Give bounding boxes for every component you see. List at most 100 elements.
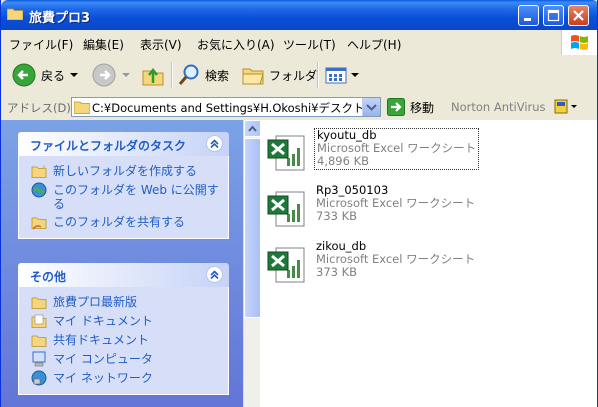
file-size: 373 KB [316, 265, 358, 279]
place-shared-documents-label: 共有ドキュメント [53, 333, 150, 347]
norton-icon[interactable] [553, 98, 579, 116]
maximize-icon [547, 9, 560, 22]
search-label: 検索 [205, 68, 230, 83]
search-icon [178, 64, 199, 85]
chevron-down-icon [70, 73, 79, 77]
place-my-computer[interactable]: マイ コンピュータ [19, 350, 228, 369]
minimize-icon [524, 18, 531, 21]
folders-label: フォルダ [269, 68, 318, 83]
file-folder-tasks-title: ファイルとフォルダのタスク [30, 139, 187, 153]
explorer-window: 旅費プロ3 ファイル(F) 編集(E) 表示(V) お気に入り(A) ツール(T… [0, 0, 598, 407]
task-publish-web-label: このフォルダを Web に公開する [53, 183, 219, 211]
publish-web-icon [31, 182, 47, 198]
task-new-folder[interactable]: 新しいフォルダを作成する [19, 162, 228, 181]
folder-icon [7, 8, 23, 20]
address-bar: アドレス(D) C:¥Documents and Settings¥H.Okos… [1, 94, 597, 121]
file-item[interactable]: kyoutu_db Microsoft Excel ワークシート 4,896 K… [266, 128, 486, 180]
folder-icon [74, 101, 90, 114]
chevron-down-icon [351, 73, 359, 77]
my-network-icon [31, 370, 47, 386]
task-pane-scrollbar[interactable] [243, 120, 261, 407]
file-info: Rp3_050103 Microsoft Excel ワークシート 733 KB [314, 184, 477, 224]
task-share-folder-label: このフォルダを共有する [53, 215, 186, 229]
file-size: 733 KB [316, 209, 358, 223]
menu-file[interactable]: ファイル(F) [9, 36, 73, 53]
task-pane: ファイルとフォルダのタスク 新しいフォルダを作成する このフォルダを Web に… [1, 120, 243, 407]
task-new-folder-label: 新しいフォルダを作成する [53, 164, 198, 178]
file-folder-tasks-panel: ファイルとフォルダのタスク 新しいフォルダを作成する このフォルダを Web に… [18, 132, 229, 239]
task-publish-web[interactable]: このフォルダを Web に公開する [19, 181, 228, 213]
folders-button[interactable]: フォルダ [241, 64, 317, 86]
forward-button[interactable] [91, 63, 131, 87]
file-info: zikou_db Microsoft Excel ワークシート 373 KB [314, 240, 477, 280]
place-my-documents[interactable]: マイ ドキュメント [19, 312, 228, 331]
views-icon [325, 67, 347, 84]
other-places-header[interactable]: その他 [18, 263, 229, 287]
menu-help[interactable]: ヘルプ(H) [347, 36, 401, 53]
other-places-panel: その他 旅費プロ最新版 マイ ドキュメント 共有ドキュメント マイ コンピュータ… [18, 263, 229, 395]
scroll-up-button[interactable] [244, 120, 261, 137]
chevron-down-icon [366, 104, 377, 111]
file-info: kyoutu_db Microsoft Excel ワークシート 4,896 K… [314, 128, 480, 170]
place-ryohi-pro-latest-label: 旅費プロ最新版 [53, 295, 138, 309]
windows-logo [561, 30, 597, 55]
toolbar-separator [171, 62, 173, 88]
views-button[interactable] [324, 64, 360, 86]
file-item[interactable]: zikou_db Microsoft Excel ワークシート 373 KB [266, 240, 486, 292]
collapse-button[interactable] [206, 135, 223, 152]
menu-edit[interactable]: 編集(E) [83, 36, 124, 53]
my-computer-icon [32, 351, 46, 367]
file-list-pane: kyoutu_db Microsoft Excel ワークシート 4,896 K… [260, 120, 597, 407]
menu-view[interactable]: 表示(V) [140, 36, 182, 53]
back-button[interactable]: 戻る [11, 63, 79, 87]
toolbar-separator [317, 62, 319, 88]
share-folder-icon [31, 217, 47, 230]
folder-icon [31, 297, 47, 309]
excel-file-icon [267, 135, 305, 171]
norton-antivirus-label[interactable]: Norton AntiVirus [451, 100, 546, 114]
other-places-title: その他 [30, 270, 67, 284]
scroll-thumb[interactable] [244, 138, 261, 318]
close-button[interactable] [568, 5, 589, 26]
place-my-network[interactable]: マイ ネットワーク [19, 369, 228, 388]
place-ryohi-pro-latest[interactable]: 旅費プロ最新版 [19, 293, 228, 312]
up-folder-icon [142, 67, 164, 86]
address-label: アドレス(D) [7, 101, 71, 115]
up-folder-button[interactable] [141, 64, 165, 86]
excel-file-icon [267, 247, 305, 283]
maximize-button[interactable] [543, 5, 564, 26]
back-arrow-icon [12, 63, 36, 87]
menu-bar: ファイル(F) 編集(E) 表示(V) お気に入り(A) ツール(T) ヘルプ(… [1, 30, 597, 57]
file-folder-tasks-header[interactable]: ファイルとフォルダのタスク [18, 132, 229, 156]
toolbar: 戻る 検索 フォルダ [1, 56, 597, 95]
other-places-body: 旅費プロ最新版 マイ ドキュメント 共有ドキュメント マイ コンピュータ マイ … [18, 287, 229, 395]
title-bar[interactable]: 旅費プロ3 [1, 0, 597, 30]
go-arrow-icon [387, 98, 405, 116]
new-folder-icon [31, 164, 47, 178]
chevron-down-icon [122, 73, 130, 77]
menu-tools[interactable]: ツール(T) [283, 36, 336, 53]
file-folder-tasks-body: 新しいフォルダを作成する このフォルダを Web に公開する このフォルダを共有… [18, 156, 229, 239]
scroll-up-icon [248, 125, 257, 132]
file-item[interactable]: Rp3_050103 Microsoft Excel ワークシート 733 KB [266, 184, 486, 236]
place-my-network-label: マイ ネットワーク [53, 371, 153, 385]
collapse-button[interactable] [206, 266, 223, 283]
task-share-folder[interactable]: このフォルダを共有する [19, 213, 228, 232]
chevron-up-icon [210, 270, 219, 280]
excel-file-icon [267, 191, 305, 227]
windows-flag-icon [571, 35, 588, 50]
search-button[interactable]: 検索 [177, 64, 229, 86]
place-my-computer-label: マイ コンピュータ [53, 352, 153, 366]
go-label: 移動 [410, 100, 435, 115]
forward-arrow-icon [92, 63, 116, 87]
minimize-button[interactable] [518, 5, 539, 26]
back-label: 戻る [41, 68, 66, 83]
shared-documents-icon [31, 335, 47, 347]
menu-favorites[interactable]: お気に入り(A) [197, 36, 275, 53]
place-my-documents-label: マイ ドキュメント [53, 314, 153, 328]
folders-icon [242, 68, 264, 85]
address-dropdown-button[interactable] [362, 98, 380, 116]
place-shared-documents[interactable]: 共有ドキュメント [19, 331, 228, 350]
address-input[interactable]: C:¥Documents and Settings¥H.Okoshi¥デスクトッ… [71, 97, 381, 117]
go-button[interactable]: 移動 [387, 98, 434, 116]
